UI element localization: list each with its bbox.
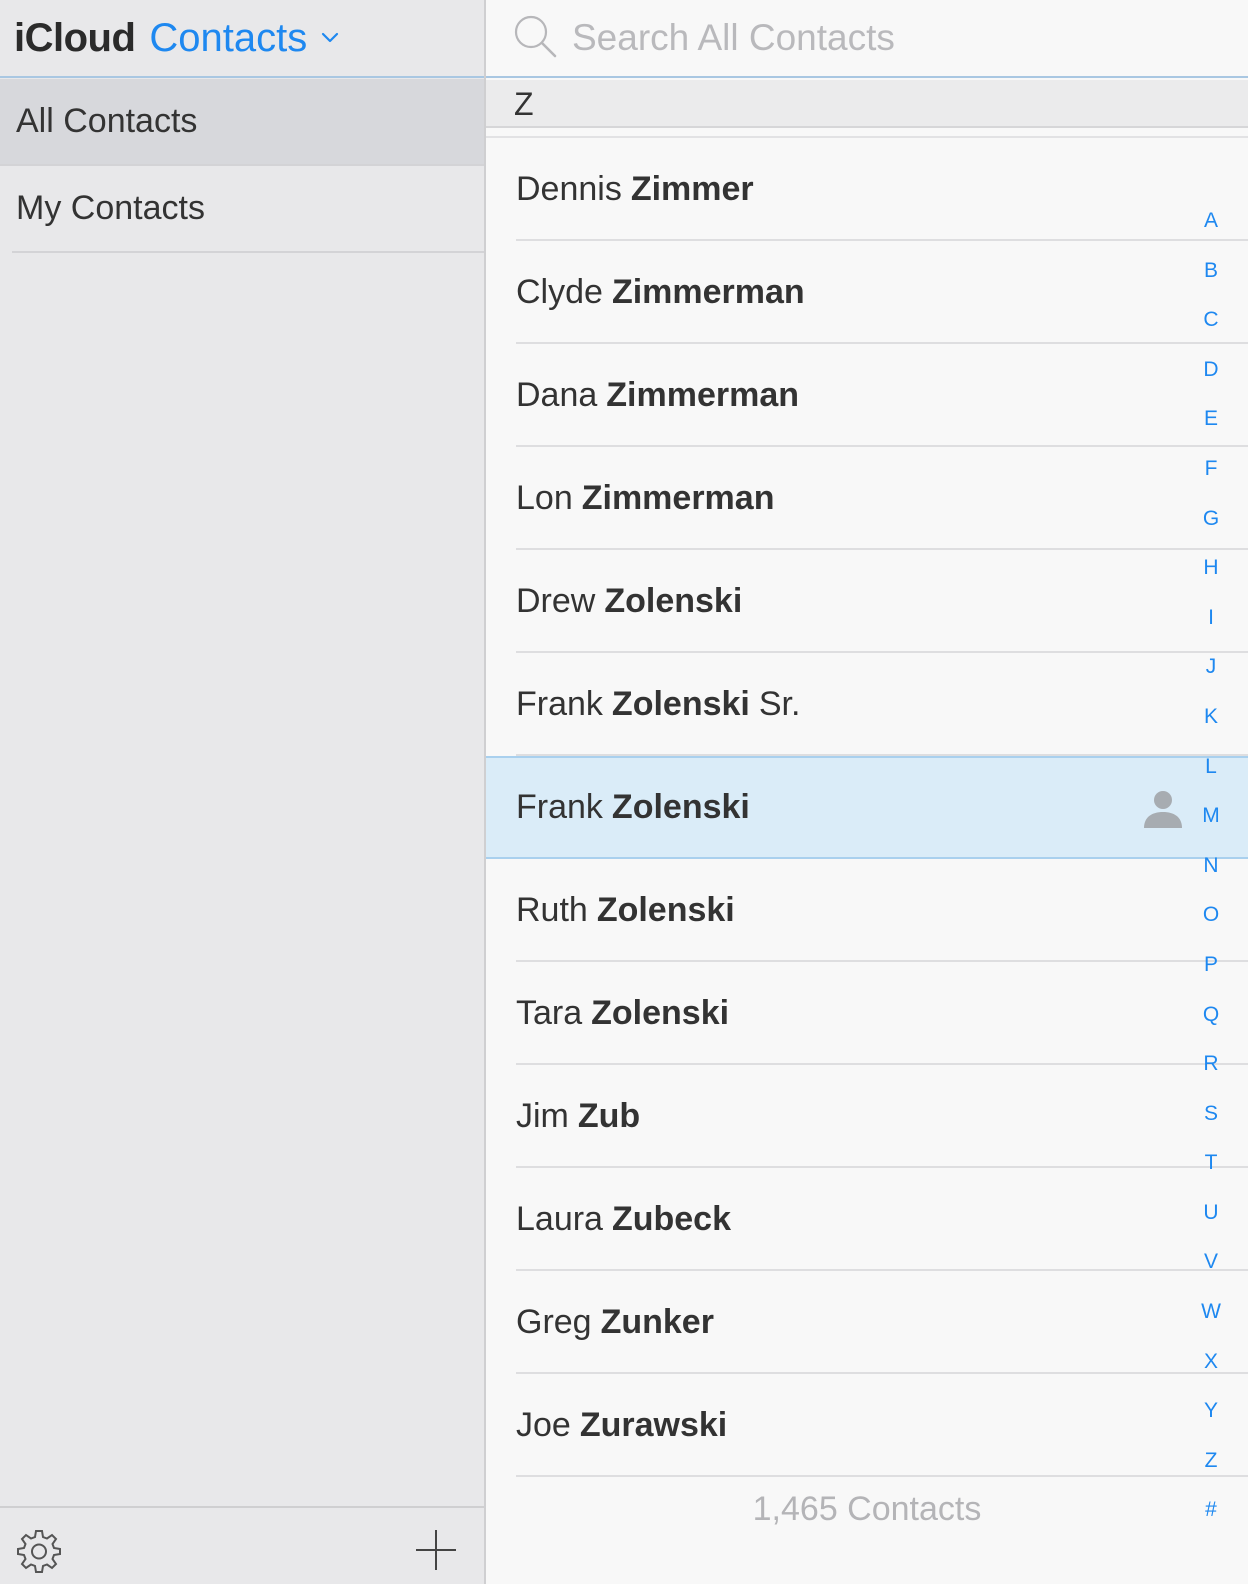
index-letter-u[interactable]: U	[1191, 1188, 1231, 1238]
index-letter-e[interactable]: E	[1191, 394, 1231, 444]
first-name: Greg	[516, 1303, 592, 1341]
contact-row[interactable]: Tara Zolenski	[486, 962, 1248, 1065]
first-name: Frank	[516, 685, 603, 723]
contact-row[interactable]: Laura Zubeck	[486, 1168, 1248, 1271]
index-letter-h[interactable]: H	[1191, 543, 1231, 593]
index-letter-q[interactable]: Q	[1191, 990, 1231, 1040]
index-letter-v[interactable]: V	[1191, 1237, 1231, 1287]
last-name: Zurawski	[579, 1406, 728, 1444]
gear-icon[interactable]	[16, 1528, 62, 1579]
last-name: Zimmerman	[611, 273, 805, 311]
search-icon	[512, 13, 558, 64]
person-icon	[1142, 788, 1184, 839]
index-letter-r[interactable]: R	[1191, 1039, 1231, 1089]
name-suffix: Sr.	[758, 685, 801, 723]
contact-list: Dennis Zimmer Clyde Zimmerman Dana Zimmerma…	[486, 136, 1248, 1477]
last-name: Zubeck	[611, 1200, 732, 1238]
sidebar: iCloud Contacts All Contacts My Contacts	[0, 0, 486, 1584]
first-name: Frank	[516, 788, 603, 826]
last-name: Zunker	[600, 1303, 714, 1341]
group-label: My Contacts	[16, 189, 205, 227]
first-name: Dana	[516, 376, 598, 414]
last-name: Zub	[577, 1097, 641, 1135]
group-my-contacts[interactable]: My Contacts	[12, 166, 484, 253]
last-name: Zolenski	[604, 582, 743, 620]
index-letter-m[interactable]: M	[1191, 791, 1231, 841]
contact-row[interactable]: Clyde Zimmerman	[486, 241, 1248, 344]
first-name: Joe	[516, 1406, 571, 1444]
contact-row-selected[interactable]: Frank Zolenski	[486, 756, 1248, 859]
first-name: Ruth	[516, 891, 588, 929]
index-letter-b[interactable]: B	[1191, 246, 1231, 296]
index-letter-s[interactable]: S	[1191, 1089, 1231, 1139]
index-letter-n[interactable]: N	[1191, 841, 1231, 891]
last-name: Zolenski	[596, 891, 735, 929]
first-name: Laura	[516, 1200, 603, 1238]
contact-row[interactable]: Jim Zub	[486, 1065, 1248, 1168]
contact-row[interactable]: Dana Zimmerman	[486, 344, 1248, 447]
index-letter-l[interactable]: L	[1191, 742, 1231, 792]
index-letter-i[interactable]: I	[1191, 593, 1231, 643]
group-all-contacts[interactable]: All Contacts	[0, 79, 484, 166]
index-letter-z[interactable]: Z	[1191, 1436, 1231, 1486]
index-letter-a[interactable]: A	[1191, 196, 1231, 246]
last-name: Zimmerman	[581, 479, 775, 517]
sidebar-footer	[0, 1506, 484, 1584]
chevron-down-icon[interactable]	[321, 32, 339, 44]
index-letter-g[interactable]: G	[1191, 494, 1231, 544]
contact-row[interactable]: Lon Zimmerman	[486, 447, 1248, 550]
alphabet-index: A B C D E F G H I J K L M N O P Q R S T …	[1186, 196, 1236, 1535]
index-letter-y[interactable]: Y	[1191, 1386, 1231, 1436]
plus-icon[interactable]	[414, 1528, 458, 1577]
section-header: Z	[486, 80, 1248, 128]
first-name: Dennis	[516, 170, 622, 208]
last-name: Zimmerman	[606, 376, 800, 414]
index-letter-c[interactable]: C	[1191, 295, 1231, 345]
contact-count: 1,465 Contacts	[752, 1490, 982, 1528]
last-name: Zolenski	[611, 788, 750, 826]
index-letter-x[interactable]: X	[1191, 1337, 1231, 1387]
contact-row[interactable]: Frank Zolenski Sr.	[486, 653, 1248, 756]
contact-row[interactable]: Ruth Zolenski	[486, 859, 1248, 962]
index-letter-o[interactable]: O	[1191, 890, 1231, 940]
group-label: All Contacts	[16, 102, 198, 140]
contact-row[interactable]: Joe Zurawski	[486, 1374, 1248, 1477]
index-letter-t[interactable]: T	[1191, 1138, 1231, 1188]
index-letter-d[interactable]: D	[1191, 345, 1231, 395]
contact-row[interactable]: Greg Zunker	[486, 1271, 1248, 1374]
first-name: Clyde	[516, 273, 603, 311]
app-header: iCloud Contacts	[0, 0, 484, 78]
contact-row[interactable]: Drew Zolenski	[486, 550, 1248, 653]
last-name: Zolenski	[591, 994, 730, 1032]
first-name: Jim	[516, 1097, 569, 1135]
last-name: Zimmer	[630, 170, 754, 208]
first-name: Drew	[516, 582, 596, 620]
contact-row[interactable]: Dennis Zimmer	[486, 138, 1248, 241]
group-list: All Contacts My Contacts	[0, 79, 484, 253]
app-name[interactable]: Contacts	[149, 16, 307, 61]
search-input[interactable]	[570, 16, 1170, 60]
search-bar	[486, 0, 1248, 78]
index-letter-j[interactable]: J	[1191, 642, 1231, 692]
first-name: Tara	[516, 994, 583, 1032]
index-letter-w[interactable]: W	[1191, 1287, 1231, 1337]
index-letter-f[interactable]: F	[1191, 444, 1231, 494]
index-letter-k[interactable]: K	[1191, 692, 1231, 742]
first-name: Lon	[516, 479, 573, 517]
last-name: Zolenski	[611, 685, 750, 723]
contact-list-pane: Z DennisZimmer ClydeZimmerman DanaZimmer…	[486, 0, 1248, 1584]
brand-title: iCloud	[14, 15, 136, 60]
index-letter-p[interactable]: P	[1191, 940, 1231, 990]
